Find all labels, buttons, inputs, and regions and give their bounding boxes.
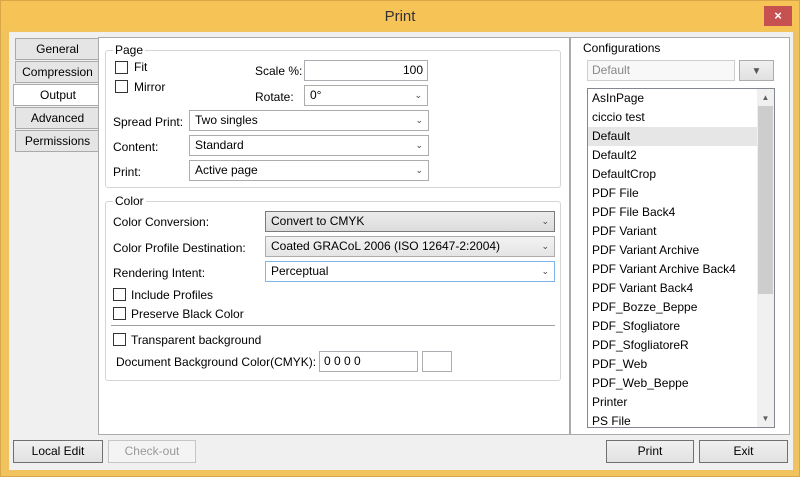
list-item[interactable]: PDF File Back4	[588, 203, 774, 222]
page-group-legend: Page	[113, 43, 146, 57]
list-item[interactable]: PDF_Web	[588, 355, 774, 374]
list-item[interactable]: Printer	[588, 393, 774, 412]
tab-compression[interactable]: Compression	[15, 61, 100, 83]
color-profile-label: Color Profile Destination:	[113, 241, 246, 255]
title-bar[interactable]: Print ×	[1, 1, 799, 31]
chevron-down-icon: ⌄	[415, 165, 423, 175]
color-group-legend: Color	[113, 194, 146, 208]
color-conversion-value: Convert to CMYK	[271, 214, 365, 228]
spread-print-select[interactable]: Two singles ⌄	[189, 110, 429, 131]
scrollbar[interactable]: ▲ ▼	[757, 89, 774, 427]
print-value: Active page	[195, 163, 258, 177]
chevron-down-icon: ⌄	[541, 266, 549, 276]
preserve-black-label: Preserve Black Color	[131, 307, 244, 321]
list-item[interactable]: PS File	[588, 412, 774, 427]
chevron-down-icon: ⌄	[415, 140, 423, 150]
include-profiles-label: Include Profiles	[131, 288, 214, 302]
rotate-select[interactable]: 0° ⌄	[304, 85, 428, 106]
list-item[interactable]: ciccio test	[588, 108, 774, 127]
mirror-label: Mirror	[134, 80, 166, 94]
list-item[interactable]: PDF Variant	[588, 222, 774, 241]
fit-label: Fit	[134, 60, 148, 74]
list-item[interactable]: DefaultCrop	[588, 165, 774, 184]
doc-bg-color-label: Document Background Color(CMYK):	[116, 355, 317, 369]
preserve-black-checkbox[interactable]	[113, 307, 126, 320]
check-out-button[interactable]: Check-out	[108, 440, 196, 463]
scale-input[interactable]: 100	[304, 60, 428, 81]
scroll-up-icon[interactable]: ▲	[757, 89, 774, 106]
list-item[interactable]: PDF_Web_Beppe	[588, 374, 774, 393]
list-item[interactable]: Default	[588, 127, 774, 146]
spread-print-value: Two singles	[195, 113, 258, 127]
print-button[interactable]: Print	[606, 440, 694, 463]
mirror-checkbox[interactable]	[115, 80, 128, 93]
close-icon: ×	[774, 8, 782, 23]
scroll-down-icon[interactable]: ▼	[757, 410, 774, 427]
tab-general[interactable]: General	[15, 38, 100, 60]
color-separator	[111, 325, 555, 326]
triangle-down-icon: ▼	[751, 66, 762, 77]
content-value: Standard	[195, 138, 244, 152]
scrollbar-thumb[interactable]	[758, 106, 773, 294]
transparent-background-label: Transparent background	[131, 333, 262, 347]
doc-bg-color-swatch[interactable]	[422, 351, 452, 372]
rendering-intent-select[interactable]: Perceptual ⌄	[265, 261, 555, 282]
list-item[interactable]: AsInPage	[588, 89, 774, 108]
configurations-panel: Configurations Default ▼ AsInPage ciccio …	[570, 37, 790, 435]
list-item[interactable]: Default2	[588, 146, 774, 165]
tab-output[interactable]: Output	[13, 84, 103, 106]
rotate-value: 0°	[310, 88, 322, 102]
close-button[interactable]: ×	[764, 6, 792, 26]
print-select[interactable]: Active page ⌄	[189, 160, 429, 181]
print-label: Print:	[113, 165, 142, 179]
scale-label: Scale %:	[255, 64, 303, 78]
dialog-client: General Compression Output Advanced Perm…	[9, 32, 793, 470]
chevron-down-icon: ⌄	[541, 216, 549, 226]
transparent-background-checkbox[interactable]	[113, 333, 126, 346]
chevron-down-icon: ⌄	[415, 115, 423, 125]
list-item[interactable]: PDF_Bozze_Beppe	[588, 298, 774, 317]
print-dialog: Print × General Compression Output Advan…	[0, 0, 800, 477]
configurations-legend: Configurations	[583, 41, 661, 55]
fit-checkbox[interactable]	[115, 61, 128, 74]
local-edit-button[interactable]: Local Edit	[13, 440, 103, 463]
content-label: Content:	[113, 140, 159, 154]
tab-permissions[interactable]: Permissions	[15, 130, 100, 152]
tab-advanced[interactable]: Advanced	[15, 107, 100, 129]
list-item[interactable]: PDF Variant Back4	[588, 279, 774, 298]
list-item[interactable]: PDF Variant Archive	[588, 241, 774, 260]
window-title: Print	[384, 8, 416, 25]
rendering-intent-value: Perceptual	[271, 264, 329, 278]
color-conversion-label: Color Conversion:	[113, 215, 210, 229]
list-item[interactable]: PDF_SfogliatoreR	[588, 336, 774, 355]
configuration-dropdown-button[interactable]: ▼	[739, 60, 774, 81]
rendering-intent-label: Rendering Intent:	[113, 266, 206, 280]
configurations-list[interactable]: AsInPage ciccio test Default Default2 Defaul…	[587, 88, 775, 428]
color-profile-select[interactable]: Coated GRACoL 2006 (ISO 12647-2:2004) ⌄	[265, 236, 555, 257]
list-item[interactable]: PDF File	[588, 184, 774, 203]
output-panel: Page Fit Mirror Scale %: 100 Rotate: 0° …	[98, 37, 570, 435]
rotate-label: Rotate:	[255, 90, 294, 104]
chevron-down-icon: ⌄	[541, 241, 549, 251]
configurations-list-items: AsInPage ciccio test Default Default2 Defaul…	[588, 89, 774, 427]
list-item[interactable]: PDF_Sfogliatore	[588, 317, 774, 336]
exit-button[interactable]: Exit	[699, 440, 788, 463]
chevron-down-icon: ⌄	[414, 90, 422, 100]
spread-print-label: Spread Print:	[113, 115, 184, 129]
configuration-combo[interactable]: Default	[587, 60, 735, 81]
doc-bg-color-input[interactable]: 0 0 0 0	[319, 351, 418, 372]
content-select[interactable]: Standard ⌄	[189, 135, 429, 156]
list-item[interactable]: PDF Variant Archive Back4	[588, 260, 774, 279]
include-profiles-checkbox[interactable]	[113, 288, 126, 301]
color-conversion-select[interactable]: Convert to CMYK ⌄	[265, 211, 555, 232]
color-profile-value: Coated GRACoL 2006 (ISO 12647-2:2004)	[271, 239, 501, 253]
